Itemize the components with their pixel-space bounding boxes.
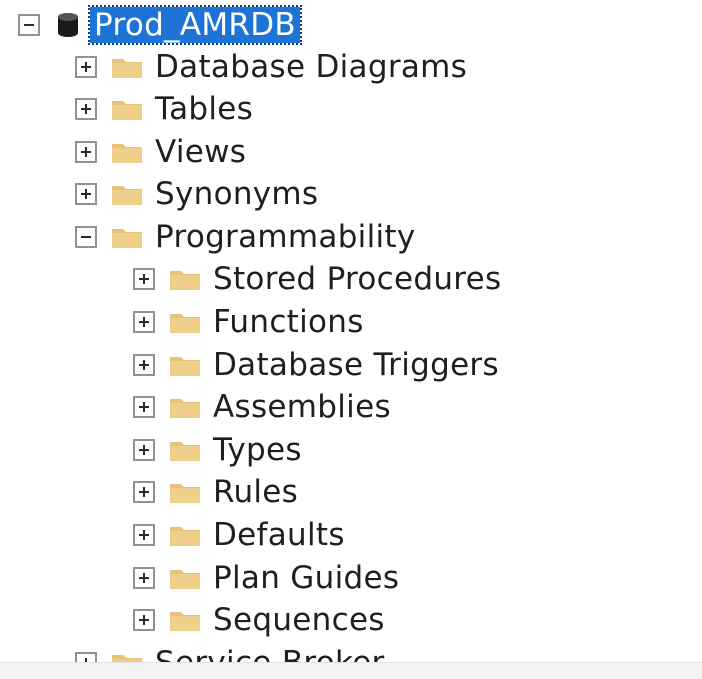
expand-toggle-icon[interactable] bbox=[133, 481, 155, 503]
tree-node-database-triggers[interactable]: Database Triggers bbox=[133, 345, 499, 385]
expand-toggle-icon[interactable] bbox=[75, 141, 97, 163]
expand-toggle-icon[interactable] bbox=[75, 98, 97, 120]
tree-node-label[interactable]: Views bbox=[155, 134, 246, 170]
folder-icon bbox=[170, 526, 200, 546]
database-icon bbox=[58, 13, 78, 37]
tree-node-label[interactable]: Tables bbox=[155, 91, 253, 127]
folder-icon bbox=[170, 356, 200, 376]
folder-icon bbox=[170, 611, 200, 631]
tree-node-label[interactable]: Sequences bbox=[213, 602, 385, 638]
folder-icon bbox=[112, 100, 142, 120]
folder-icon bbox=[170, 398, 200, 418]
tree-node-assemblies[interactable]: Assemblies bbox=[133, 387, 391, 427]
folder-icon bbox=[170, 441, 200, 461]
tree-node-label[interactable]: Prod_AMRDB bbox=[88, 5, 302, 45]
tree-node-label[interactable]: Programmability bbox=[155, 219, 416, 255]
tree-node-label[interactable]: Database Diagrams bbox=[155, 49, 467, 85]
tree-node-synonyms[interactable]: Synonyms bbox=[75, 174, 318, 214]
collapse-toggle-icon[interactable] bbox=[18, 14, 40, 36]
tree-node-label[interactable]: Types bbox=[213, 432, 302, 468]
tree-node-sequences[interactable]: Sequences bbox=[133, 600, 385, 640]
tree-node-types[interactable]: Types bbox=[133, 430, 302, 470]
expand-toggle-icon[interactable] bbox=[133, 524, 155, 546]
tree-node-database[interactable]: Prod_AMRDB bbox=[18, 5, 302, 45]
collapse-toggle-icon[interactable] bbox=[75, 226, 97, 248]
tree-node-label[interactable]: Defaults bbox=[213, 517, 345, 553]
tree-node-functions[interactable]: Functions bbox=[133, 302, 364, 342]
tree-node-label[interactable]: Synonyms bbox=[155, 176, 318, 212]
expand-toggle-icon[interactable] bbox=[133, 439, 155, 461]
tree-node-plan-guides[interactable]: Plan Guides bbox=[133, 558, 399, 598]
folder-icon bbox=[170, 270, 200, 290]
folder-icon bbox=[112, 228, 142, 248]
tree-node-views[interactable]: Views bbox=[75, 132, 246, 172]
folder-icon bbox=[170, 313, 200, 333]
tree-node-label[interactable]: Stored Procedures bbox=[213, 261, 501, 297]
tree-node-rules[interactable]: Rules bbox=[133, 472, 298, 512]
tree-node-label[interactable]: Plan Guides bbox=[213, 560, 399, 596]
object-explorer-tree: Prod_AMRDB Database Diagrams Tables View… bbox=[0, 0, 702, 679]
tree-node-stored-procedures[interactable]: Stored Procedures bbox=[133, 259, 501, 299]
expand-toggle-icon[interactable] bbox=[133, 396, 155, 418]
tree-node-tables[interactable]: Tables bbox=[75, 89, 253, 129]
expand-toggle-icon[interactable] bbox=[133, 311, 155, 333]
expand-toggle-icon[interactable] bbox=[133, 567, 155, 589]
tree-node-label[interactable]: Functions bbox=[213, 304, 364, 340]
expand-toggle-icon[interactable] bbox=[133, 354, 155, 376]
tree-node-database-diagrams[interactable]: Database Diagrams bbox=[75, 47, 467, 87]
folder-icon bbox=[112, 185, 142, 205]
tree-node-defaults[interactable]: Defaults bbox=[133, 515, 345, 555]
folder-icon bbox=[112, 143, 142, 163]
folder-icon bbox=[112, 58, 142, 78]
expand-toggle-icon[interactable] bbox=[133, 609, 155, 631]
expand-toggle-icon[interactable] bbox=[75, 56, 97, 78]
tree-node-label[interactable]: Assemblies bbox=[213, 389, 391, 425]
tree-node-label[interactable]: Database Triggers bbox=[213, 347, 499, 383]
folder-icon bbox=[170, 483, 200, 503]
horizontal-scroll-area bbox=[0, 662, 702, 679]
folder-icon bbox=[170, 569, 200, 589]
expand-toggle-icon[interactable] bbox=[75, 183, 97, 205]
tree-node-label[interactable]: Rules bbox=[213, 474, 298, 510]
tree-node-programmability[interactable]: Programmability bbox=[75, 217, 416, 257]
expand-toggle-icon[interactable] bbox=[133, 268, 155, 290]
